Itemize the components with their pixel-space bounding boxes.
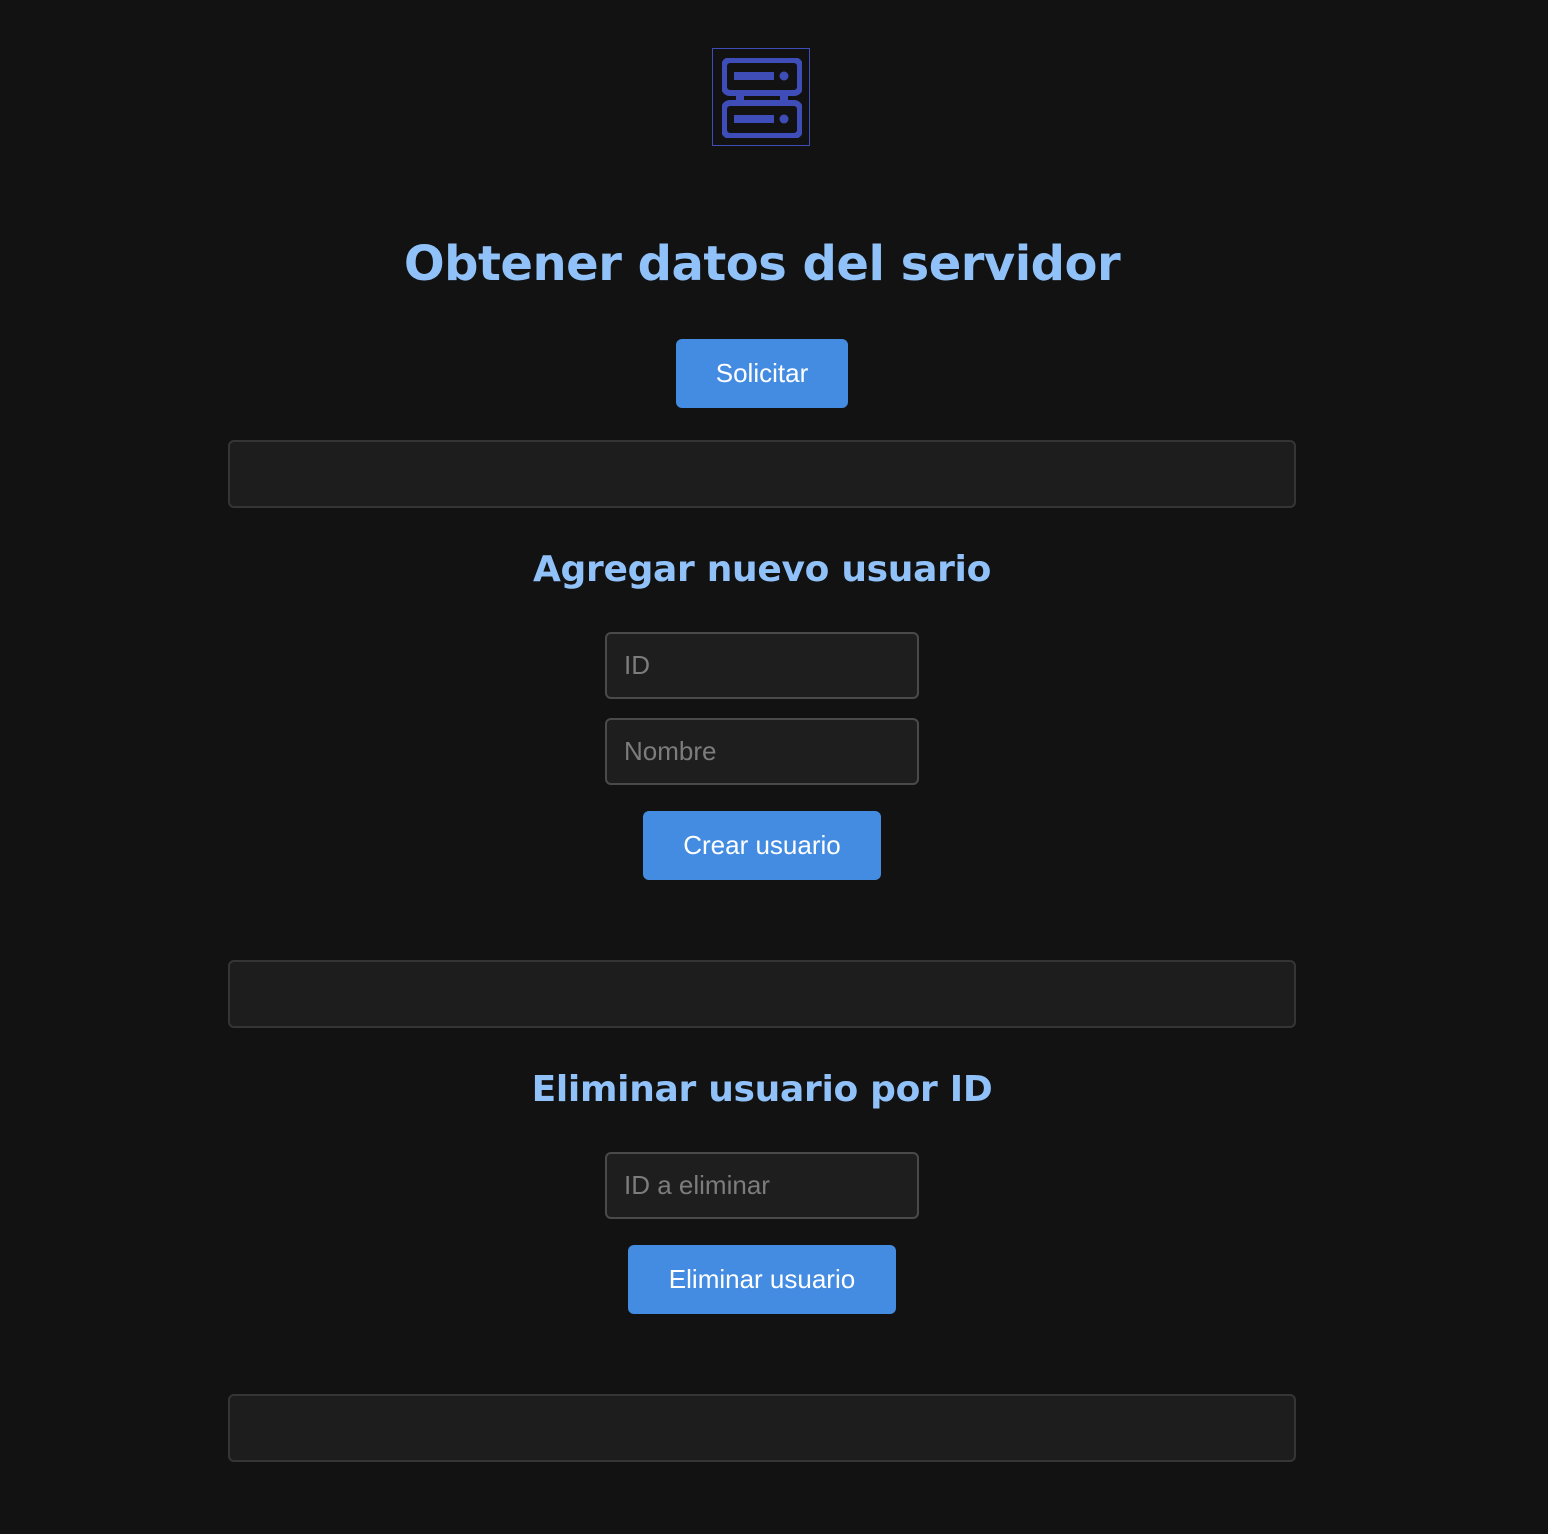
server-icon <box>722 58 802 138</box>
user-name-input[interactable] <box>605 718 919 785</box>
user-id-input[interactable] <box>605 632 919 699</box>
server-logo <box>712 48 810 146</box>
delete-user-button[interactable]: Eliminar usuario <box>628 1245 896 1314</box>
create-result-box <box>228 960 1296 1028</box>
create-user-button[interactable]: Crear usuario <box>643 811 881 880</box>
fetch-section-title: Obtener datos del servidor <box>403 236 1121 292</box>
delete-user-section-title: Eliminar usuario por ID <box>531 1069 993 1110</box>
fetch-result-box <box>228 440 1296 508</box>
solicitar-button[interactable]: Solicitar <box>676 339 848 408</box>
delete-result-box <box>228 1394 1296 1462</box>
add-user-section-title: Agregar nuevo usuario <box>532 549 992 590</box>
delete-id-input[interactable] <box>605 1152 919 1219</box>
